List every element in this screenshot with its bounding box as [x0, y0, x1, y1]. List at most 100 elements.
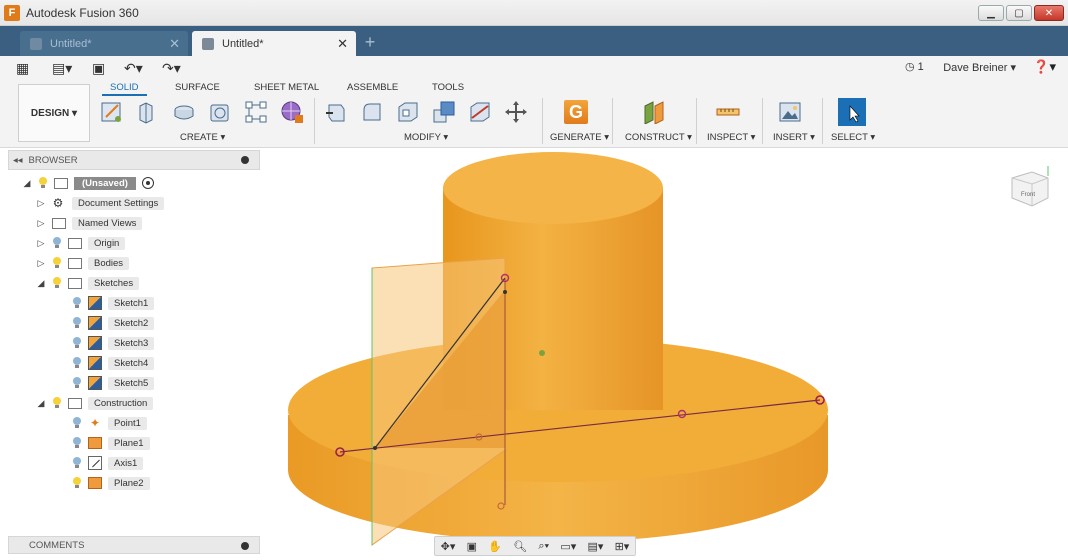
tab-sheet-metal[interactable]: SHEET METAL [254, 82, 319, 93]
tree-item-sketch3[interactable]: Sketch3 [72, 335, 155, 351]
browser-root[interactable]: ◢ (Unsaved) [22, 175, 154, 191]
select-icon[interactable] [838, 98, 866, 126]
doc-tab-2[interactable]: Untitled* ✕ [192, 31, 356, 56]
move-copy-icon[interactable] [504, 100, 528, 124]
generative-design-icon[interactable]: G [564, 100, 588, 124]
tree-item-construction[interactable]: ◢ Construction [36, 395, 154, 411]
group-construct[interactable]: CONSTRUCT ▾ [625, 132, 692, 143]
shell-icon[interactable] [396, 100, 420, 124]
collapse-triangle-icon[interactable]: ◢ [36, 398, 46, 409]
visibility-bulb-icon[interactable] [72, 417, 82, 429]
press-pull-icon[interactable] [324, 100, 348, 124]
expand-triangle-icon[interactable]: ▷ [36, 218, 46, 229]
extrude-icon[interactable] [134, 100, 158, 124]
tab-assemble[interactable]: ASSEMBLE [347, 82, 398, 93]
visibility-bulb-icon[interactable] [72, 357, 82, 369]
doc-tab-1[interactable]: Untitled* ✕ [20, 31, 188, 56]
group-generate[interactable]: GENERATE ▾ [550, 132, 609, 143]
comments-panel[interactable]: COMMENTS [8, 536, 260, 554]
browser-header[interactable]: ◂◂ BROWSER [8, 150, 260, 170]
fit-icon[interactable]: ⌕▾ [538, 540, 549, 553]
visibility-bulb-icon[interactable] [72, 297, 82, 309]
new-tab-button[interactable]: + [360, 32, 380, 52]
tree-item-sketches[interactable]: ◢ Sketches [36, 275, 140, 291]
tab-solid[interactable]: SOLID [102, 82, 147, 96]
redo-icon[interactable]: ↷▾ [162, 60, 181, 77]
save-icon[interactable]: ▣ [92, 60, 105, 77]
collapse-triangle-icon[interactable]: ◢ [22, 178, 32, 189]
minimize-button[interactable]: ▁ [978, 5, 1004, 21]
look-at-icon[interactable]: ▣ [467, 540, 477, 553]
tree-item-document-settings[interactable]: ▷ ⚙ Document Settings [36, 195, 165, 211]
activate-target-icon[interactable] [141, 177, 154, 189]
help-icon[interactable]: ❓▾ [1033, 59, 1056, 75]
visibility-bulb-icon[interactable] [72, 337, 82, 349]
collapse-panel-icon[interactable]: ◂◂ [13, 155, 23, 166]
tree-item-axis1[interactable]: Axis1 [72, 455, 144, 471]
visibility-bulb-icon[interactable] [52, 277, 62, 289]
expand-triangle-icon[interactable]: ▷ [36, 198, 46, 209]
revolve-icon[interactable] [172, 100, 196, 124]
cylinder-top[interactable] [443, 152, 663, 224]
sweep-icon[interactable] [208, 100, 232, 124]
data-panel-grid-icon[interactable]: ▦ [16, 60, 29, 77]
visibility-bulb-icon[interactable] [72, 317, 82, 329]
tree-item-named-views[interactable]: ▷ Named Views [36, 215, 143, 231]
visibility-bulb-icon[interactable] [52, 257, 62, 269]
insert-image-icon[interactable] [778, 100, 802, 124]
tab-tools[interactable]: TOOLS [432, 82, 464, 93]
orbit-icon[interactable]: ✥▾ [441, 540, 456, 553]
group-insert[interactable]: INSERT ▾ [773, 132, 815, 143]
pin-icon[interactable] [241, 542, 249, 550]
close-window-button[interactable]: ✕ [1034, 5, 1064, 21]
combine-icon[interactable] [432, 100, 456, 124]
measure-icon[interactable] [716, 100, 740, 124]
zoom-icon[interactable]: 🔍︎ [513, 540, 527, 553]
collapse-triangle-icon[interactable]: ◢ [36, 278, 46, 289]
pan-icon[interactable]: ✋ [488, 540, 502, 553]
workspace-switcher[interactable]: DESIGN ▾ [18, 84, 90, 142]
group-inspect[interactable]: INSPECT ▾ [707, 132, 755, 143]
model-viewport[interactable] [262, 150, 1068, 560]
tree-item-sketch1[interactable]: Sketch1 [72, 295, 155, 311]
form-icon[interactable] [280, 100, 304, 124]
tree-item-plane1[interactable]: Plane1 [72, 435, 150, 451]
tree-item-origin[interactable]: ▷ Origin [36, 235, 126, 251]
create-sketch-icon[interactable] [100, 100, 124, 124]
tab-surface[interactable]: SURFACE [175, 82, 220, 93]
group-modify[interactable]: MODIFY ▾ [404, 132, 448, 143]
visibility-bulb-icon[interactable] [72, 437, 82, 449]
tree-item-sketch5[interactable]: Sketch5 [72, 375, 155, 391]
viewcube[interactable]: Front [1008, 164, 1052, 210]
group-create[interactable]: CREATE ▾ [180, 132, 225, 143]
tree-item-plane2[interactable]: Plane2 [72, 475, 150, 491]
visibility-bulb-icon[interactable] [52, 397, 62, 409]
close-tab-icon[interactable]: ✕ [169, 36, 180, 52]
visibility-bulb-icon[interactable] [38, 177, 48, 189]
expand-triangle-icon[interactable]: ▷ [36, 258, 46, 269]
close-tab-icon[interactable]: ✕ [337, 36, 348, 52]
visibility-bulb-icon[interactable] [72, 457, 82, 469]
display-settings-icon[interactable]: ▭▾ [560, 540, 576, 553]
split-body-icon[interactable] [468, 100, 492, 124]
tree-item-point1[interactable]: ✦ Point1 [72, 415, 147, 431]
maximize-button[interactable]: ▢ [1006, 5, 1032, 21]
tree-item-sketch2[interactable]: Sketch2 [72, 315, 155, 331]
job-status[interactable]: ◷ 1 [905, 60, 924, 73]
tree-item-sketch4[interactable]: Sketch4 [72, 355, 155, 371]
offset-plane-icon[interactable] [642, 100, 666, 124]
group-select[interactable]: SELECT ▾ [831, 132, 875, 143]
pin-icon[interactable] [241, 156, 249, 164]
grid-settings-icon[interactable]: ▤▾ [587, 540, 603, 553]
tree-item-bodies[interactable]: ▷ Bodies [36, 255, 130, 271]
visibility-bulb-icon[interactable] [72, 477, 82, 489]
visibility-bulb-icon[interactable] [52, 237, 62, 249]
user-account-menu[interactable]: Dave Breiner ▾ [943, 61, 1016, 74]
loft-icon[interactable] [244, 100, 268, 124]
visibility-bulb-icon[interactable] [72, 377, 82, 389]
viewports-icon[interactable]: ⊞▾ [615, 540, 630, 553]
file-menu-icon[interactable]: ▤▾ [52, 60, 72, 77]
undo-icon[interactable]: ↶▾ [124, 60, 143, 77]
fillet-icon[interactable] [360, 100, 384, 124]
expand-triangle-icon[interactable]: ▷ [36, 238, 46, 249]
